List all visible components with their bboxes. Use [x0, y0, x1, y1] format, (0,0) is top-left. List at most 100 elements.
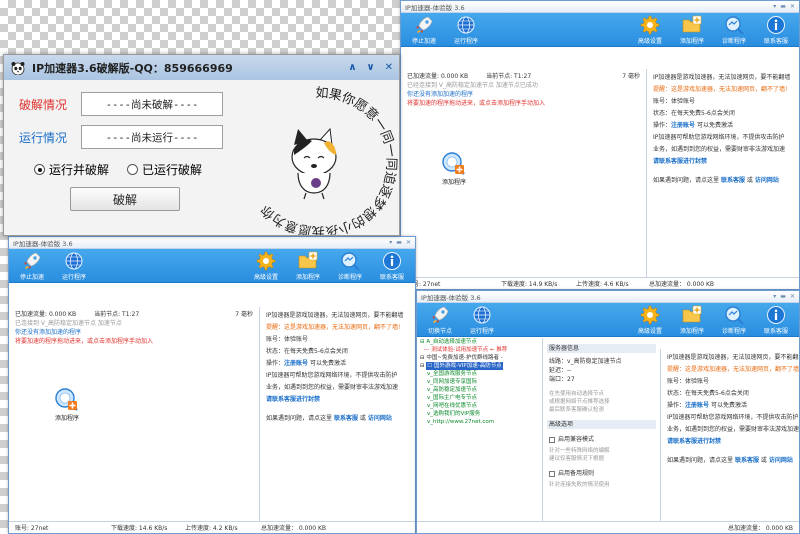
close-icon[interactable]: ✕	[790, 3, 795, 10]
website-link[interactable]: 访问网站	[755, 177, 779, 184]
contact-link[interactable]: 联系客服	[721, 177, 745, 184]
add-program-icon	[441, 151, 467, 177]
compat-mode-checkbox[interactable]: 启用兼容模式	[549, 435, 654, 444]
window-title: IP加速器-体验版 3.6	[13, 239, 73, 248]
diagnose-button[interactable]: 诊断程序	[333, 251, 367, 281]
contact-ban-link[interactable]: 请联系客服进行封禁	[667, 437, 793, 446]
toolbar: 切换节点 运行程序 高级设置 添加程序 诊断程序 联系客服	[417, 303, 799, 337]
run-program-button[interactable]: 运行程序	[57, 251, 91, 281]
tree-item[interactable]: v_全国游戏服务节点	[420, 370, 540, 378]
tree-item[interactable]: v_高防稳定加速节点	[420, 386, 540, 394]
wrench-magnifier-icon	[724, 305, 744, 325]
window-titlebar[interactable]: IP加速器-体验版 3.6 ▾ ▬ ✕	[417, 291, 799, 303]
website-link[interactable]: 访问网站	[368, 415, 392, 422]
contact-link[interactable]: 联系客服	[735, 457, 759, 464]
tree-item[interactable]: ⊟ A_自动选择加速节点	[420, 338, 540, 346]
switch-node-button[interactable]: 切换节点	[423, 305, 457, 335]
gear-icon	[256, 251, 276, 271]
radio-already-running[interactable]: 已运行破解	[127, 161, 202, 178]
server-delay: 延迟：--	[549, 367, 572, 374]
minimize-button[interactable]: ▬	[780, 293, 786, 300]
diagnose-button[interactable]: 诊断程序	[717, 15, 751, 45]
minimize-button[interactable]: ▬	[396, 239, 402, 246]
status-line: 已加速流量: 0.000 KB 当前节点: T1:27 7 毫秒	[401, 69, 646, 81]
crack-dialog-titlebar[interactable]: IP加速器3.6破解版-QQ：859666969 ∧ ∨ ✕	[4, 55, 399, 80]
latency-timer: 7 毫秒	[622, 72, 640, 80]
log-drag-hint: 将要加速的程序拖动进来，或点击添加程序手动加入	[407, 100, 546, 107]
run-program-button[interactable]: 运行程序	[449, 15, 483, 45]
app-window-bottom-left: IP加速器-体验版 3.6 ▾ ▬ ✕ 停止加速 运行程序 高级设置 添加程序 诊断…	[8, 236, 416, 534]
folder-plus-icon	[682, 305, 702, 325]
tree-item[interactable]: v_http://www.27net.com	[420, 418, 540, 426]
panda-icon	[11, 61, 25, 75]
run-program-button[interactable]: 运行程序	[465, 305, 499, 335]
minimize-icon[interactable]: ∨	[366, 62, 374, 73]
close-icon[interactable]: ✕	[385, 62, 393, 73]
diagnose-button[interactable]: 诊断程序	[717, 305, 751, 335]
app-window-top-right: IP加速器-体验版 3.6 ▾ ▬ ✕ 停止加速 运行程序 高级设置 添加程序 诊断…	[400, 0, 800, 290]
current-node: 当前节点: T1:27	[486, 72, 532, 80]
app-window-node-switch: IP加速器-体验版 3.6 ▾ ▬ ✕ 切换节点 运行程序 高级设置 添加程序 诊断…	[416, 290, 800, 534]
website-link[interactable]: 访问网站	[769, 457, 793, 464]
add-program-button[interactable]: 添加程序	[675, 305, 709, 335]
radio-run-and-crack[interactable]: 运行并破解	[34, 161, 109, 178]
tree-item[interactable]: v_国际主广电专节点	[420, 394, 540, 402]
add-program-area[interactable]: 添加程序	[54, 387, 80, 422]
globe-icon	[64, 251, 84, 271]
mode-radio-group: 运行并破解 已运行破解	[34, 161, 220, 178]
info-icon	[766, 15, 786, 35]
stop-acceleration-button[interactable]: 停止加速	[15, 251, 49, 281]
contact-link[interactable]: 联系客服	[334, 415, 358, 422]
advanced-settings-button[interactable]: 高级设置	[249, 251, 283, 281]
contact-support-button[interactable]: 联系客服	[759, 15, 793, 45]
wrench-magnifier-icon	[340, 251, 360, 271]
crack-button[interactable]: 破解	[70, 187, 180, 211]
close-icon[interactable]: ✕	[406, 239, 411, 246]
advanced-settings-button[interactable]: 高级设置	[633, 305, 667, 335]
contact-support-button[interactable]: 联系客服	[759, 305, 793, 335]
toolbar: 停止加速 运行程序 高级设置 添加程序 诊断程序 联系客服	[9, 249, 415, 283]
rocket-icon	[414, 15, 434, 35]
collapse-icon[interactable]: ∧	[348, 62, 356, 73]
tree-item[interactable]: ⊟ 中国~免费加速-护优群线路者 -	[420, 354, 540, 362]
status-line: 已加速流量: 0.000 KB 当前节点: T1:27 7 毫秒	[9, 307, 259, 319]
tree-item[interactable]: v_网吧在线优惠节点	[420, 402, 540, 410]
advanced-settings-button[interactable]: 高级设置	[633, 15, 667, 45]
crack-status-row: 破解情况 ----尚未破解----	[19, 92, 223, 116]
node-tree[interactable]: ⊟ A_自动选择加速节点 --- 测试体验-试用加速节点 ← 推荐 ⊟ 中国~免…	[420, 338, 540, 533]
tree-item[interactable]: v_同网加速专享国际	[420, 378, 540, 386]
contact-ban-link[interactable]: 请联系客服进行封禁	[266, 395, 409, 404]
info-panel: IP加速器是游戏加速器，无法加速网页，要不能翻墙 提醒：这是游戏加速器，无法加速…	[660, 349, 799, 521]
tree-item[interactable]: --- 测试体验-试用加速节点 ← 推荐	[420, 346, 540, 354]
advanced-options-header: 高级选项	[547, 420, 656, 429]
run-status-label: 运行情况	[19, 130, 68, 145]
stop-acceleration-button[interactable]: 停止加速	[407, 15, 441, 45]
minimize-icon[interactable]: ▾	[773, 3, 776, 10]
add-program-button[interactable]: 添加程序	[291, 251, 325, 281]
tree-item[interactable]: v_选购我们的VIP服务	[420, 410, 540, 418]
folder-plus-icon	[682, 15, 702, 35]
minimize-icon[interactable]: ▾	[773, 293, 776, 300]
contact-support-button[interactable]: 联系客服	[375, 251, 409, 281]
close-icon[interactable]: ✕	[790, 293, 795, 300]
info-icon	[766, 305, 786, 325]
window-title: IP加速器-体验版 3.6	[405, 3, 465, 12]
add-program-area[interactable]: 添加程序	[441, 151, 467, 186]
toolbar: 停止加速 运行程序 高级设置 添加程序 诊断程序 联系客服	[401, 13, 799, 47]
backup-rule-checkbox[interactable]: 启用备用规则	[549, 469, 654, 478]
window-titlebar[interactable]: IP加速器-体验版 3.6 ▾ ▬ ✕	[9, 237, 415, 249]
status-bar: 账号: 27net 下载速度: 14.6 KB/s 上传速度: 4.2 KB/s…	[9, 521, 415, 533]
contact-ban-link[interactable]: 请联系客服进行封禁	[653, 157, 793, 166]
register-link[interactable]: 注册账号	[284, 360, 308, 367]
status-bar: 账号: 27net 下载速度: 14.9 KB/s 上传速度: 4.6 KB/s…	[401, 277, 799, 289]
add-program-button[interactable]: 添加程序	[675, 15, 709, 45]
server-info-header: 服务器信息	[547, 344, 656, 353]
crack-dialog: IP加速器3.6破解版-QQ：859666969 ∧ ∨ ✕ 破解情况 ----…	[3, 54, 400, 236]
minimize-icon[interactable]: ▾	[389, 239, 392, 246]
register-link[interactable]: 注册账号	[671, 122, 695, 129]
accel-traffic-label: 已加速流量: 0.000 KB	[15, 310, 77, 318]
minimize-button[interactable]: ▬	[780, 3, 786, 10]
register-link[interactable]: 注册账号	[685, 402, 709, 409]
tree-item-selected[interactable]: ⊟ ☐ 国外游戏-VIP加速-高防节点	[420, 362, 540, 370]
window-titlebar[interactable]: IP加速器-体验版 3.6 ▾ ▬ ✕	[401, 1, 799, 13]
